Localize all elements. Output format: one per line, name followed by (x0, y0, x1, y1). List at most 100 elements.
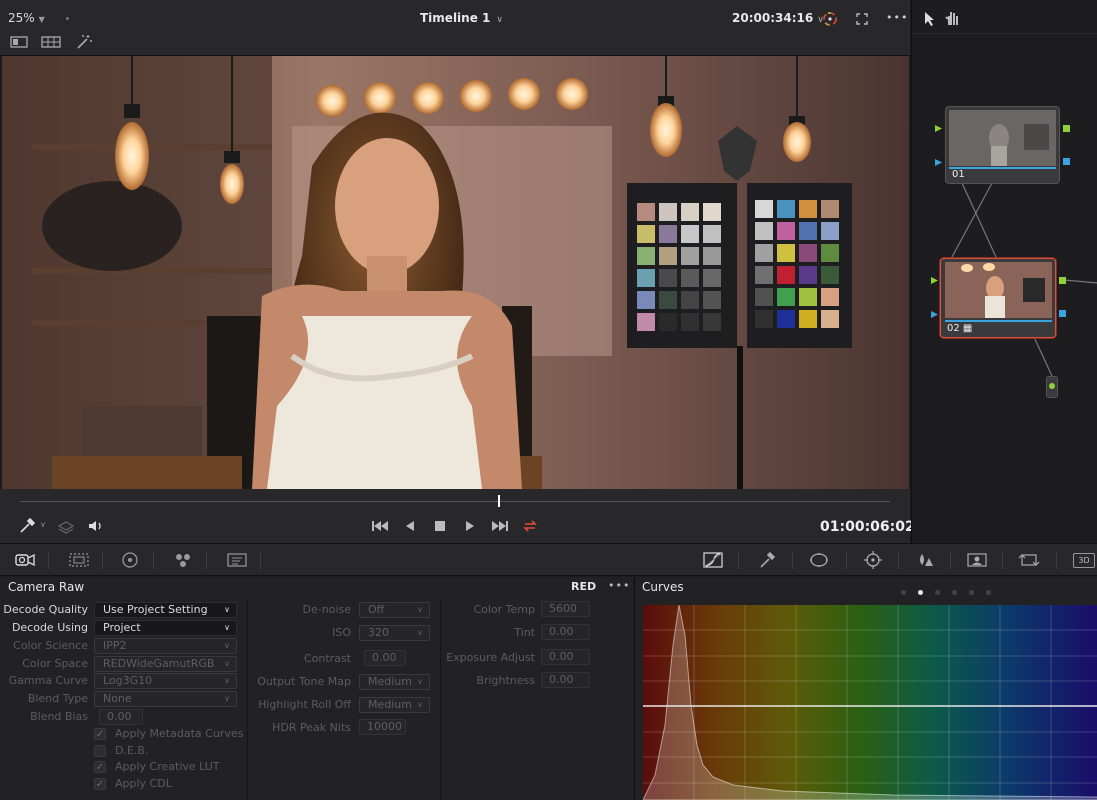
iso-select[interactable]: 320 ∨ (359, 625, 430, 641)
divider (153, 551, 154, 569)
scrubber-track[interactable] (20, 501, 890, 502)
3d-icon[interactable]: 3D (1073, 553, 1095, 568)
decode-using-select[interactable]: Project ∨ (94, 620, 237, 636)
decode-quality-select[interactable]: Use Project Setting ∨ (94, 602, 237, 618)
color-match-icon[interactable] (68, 550, 90, 570)
chevron-down-icon: ∨ (224, 676, 230, 685)
exposure-adjust-field[interactable]: 0.00 (541, 649, 590, 665)
curve-mode-dots[interactable] (901, 584, 1003, 598)
alpha-input-port[interactable] (931, 311, 938, 318)
output-port[interactable] (1049, 383, 1055, 389)
decode-using-label: Decode Using (11, 621, 88, 634)
curve-editor[interactable] (643, 605, 1097, 800)
blend-type-select[interactable]: None ∨ (94, 691, 237, 707)
divider (1002, 551, 1003, 569)
gallery-grid-icon[interactable] (41, 32, 61, 52)
page-dot (901, 590, 906, 595)
skip-to-end-icon[interactable] (490, 517, 510, 535)
eyedropper-icon[interactable] (18, 517, 38, 535)
apply-cdl-checkbox[interactable]: ✓ (94, 778, 106, 790)
fullscreen-icon[interactable] (852, 9, 872, 29)
brightness-field[interactable]: 0.00 (541, 672, 590, 688)
curves-icon[interactable] (702, 550, 724, 570)
panel-title: Camera Raw (8, 580, 85, 594)
rgb-output-port[interactable] (1059, 277, 1066, 284)
page-dot-active (918, 590, 923, 595)
qualifier-eyedropper-icon[interactable] (756, 550, 778, 570)
blur-icon[interactable] (914, 550, 936, 570)
apply-metadata-curves-checkbox[interactable]: ✓ (94, 728, 106, 740)
page-dot (969, 590, 974, 595)
contrast-field[interactable]: 0.00 (364, 650, 406, 666)
color-wheels-icon[interactable] (119, 550, 141, 570)
rgb-mixer-icon[interactable] (172, 550, 194, 570)
magic-wand-icon[interactable] (74, 32, 94, 52)
alpha-output-port[interactable] (1063, 158, 1070, 165)
camera-raw-panel: Camera Raw RED ••• Decode Quality Use Pr… (0, 577, 633, 800)
tint-label: Tint (514, 626, 535, 639)
node-02[interactable]: 02 ▦ (940, 258, 1056, 338)
node-thumbnail (949, 110, 1056, 166)
more-options-icon[interactable]: ••• (608, 579, 630, 592)
motion-effects-icon[interactable] (226, 550, 248, 570)
playback-timecode: 01:00:06:02 (820, 519, 915, 535)
denoise-select[interactable]: Off ∨ (359, 602, 430, 618)
chevron-down-icon: ∨ (224, 694, 230, 703)
camera-raw-icon[interactable] (14, 550, 36, 570)
node-progress (949, 167, 1056, 169)
playhead[interactable] (498, 495, 500, 507)
key-icon[interactable] (966, 550, 988, 570)
highlight-roll-off-select[interactable]: Medium ∨ (359, 697, 430, 713)
more-options-icon[interactable]: ••• (886, 11, 908, 24)
chevron-down-icon[interactable]: ∨ (40, 520, 46, 529)
chevron-down-icon: ∨ (417, 605, 423, 614)
divider (738, 551, 739, 569)
deb-checkbox[interactable] (94, 745, 106, 757)
color-wheel-icon[interactable] (820, 9, 840, 29)
divider (846, 551, 847, 569)
rgb-input-port[interactable] (931, 277, 938, 284)
color-space-select[interactable]: REDWideGamutRGB ∨ (94, 656, 237, 672)
window-icon[interactable] (808, 550, 830, 570)
palette-bar: 3D (0, 543, 1097, 576)
tracker-icon[interactable] (862, 550, 884, 570)
timeline-selector[interactable]: Timeline 1 ∨ (420, 11, 503, 25)
stop-icon[interactable] (430, 517, 450, 535)
hdr-peak-nits-field[interactable]: 10000 (359, 719, 406, 735)
node-01[interactable]: 01 (945, 106, 1060, 184)
divider (102, 551, 103, 569)
video-viewer[interactable] (2, 56, 909, 489)
rgb-input-port[interactable] (935, 125, 942, 132)
divider (48, 551, 49, 569)
apply-creative-lut-checkbox[interactable]: ✓ (94, 761, 106, 773)
output-tone-map-select[interactable]: Medium ∨ (359, 674, 430, 690)
viewer-options-dot[interactable] (66, 17, 69, 20)
alpha-output-port[interactable] (1059, 310, 1066, 317)
chevron-down-icon: ▼ (38, 15, 45, 24)
single-viewer-icon[interactable] (9, 32, 29, 52)
color-temp-field[interactable]: 5600 (541, 601, 590, 617)
zoom-dropdown[interactable]: 25% ▼ (8, 11, 45, 25)
node-editor[interactable]: 01 02 ▦ (911, 0, 1097, 543)
rgb-output-port[interactable] (1063, 125, 1070, 132)
alpha-input-port[interactable] (935, 159, 942, 166)
gamma-curve-select[interactable]: Log3G10 ∨ (94, 673, 237, 689)
speaker-icon[interactable] (86, 517, 106, 535)
loop-icon[interactable] (520, 517, 540, 535)
tint-field[interactable]: 0.00 (541, 624, 590, 640)
page-dot (935, 590, 940, 595)
sizing-icon[interactable] (1018, 550, 1040, 570)
color-science-select[interactable]: IPP2 ∨ (94, 638, 237, 654)
output-node[interactable] (1046, 376, 1058, 398)
timecode-selector[interactable]: 20:00:34:16 ∨ (732, 11, 824, 25)
blend-bias-field[interactable]: 0.00 (99, 709, 143, 725)
layers-icon[interactable] (56, 517, 76, 535)
color-science-label: Color Science (13, 639, 88, 652)
denoise-label: De-noise (302, 603, 351, 616)
divider (206, 551, 207, 569)
timeline-title: Timeline 1 (420, 11, 491, 25)
skip-to-start-icon[interactable] (370, 517, 390, 535)
apply-creative-lut-label: Apply Creative LUT (115, 760, 220, 773)
play-icon[interactable] (460, 517, 480, 535)
play-reverse-icon[interactable] (400, 517, 420, 535)
